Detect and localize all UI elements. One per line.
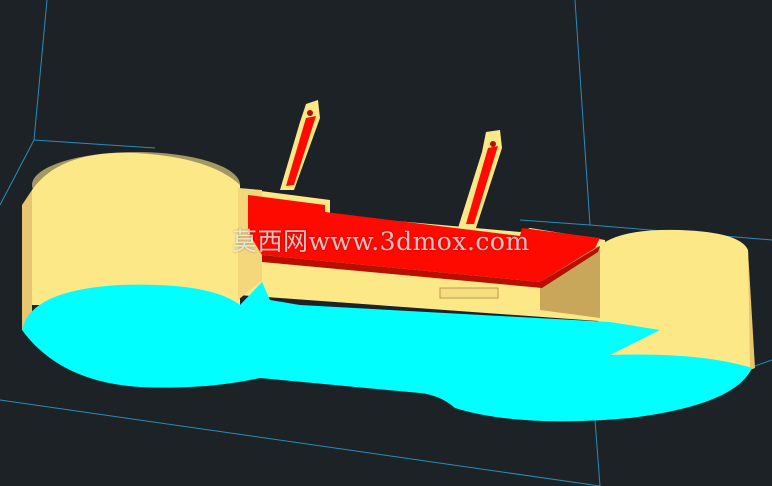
watermark-text: 莫西网www.3dmox.com (232, 227, 530, 256)
right-arm (458, 130, 502, 228)
3d-viewport[interactable]: 莫西网www.3dmox.com (0, 0, 772, 486)
left-arm (280, 100, 320, 190)
